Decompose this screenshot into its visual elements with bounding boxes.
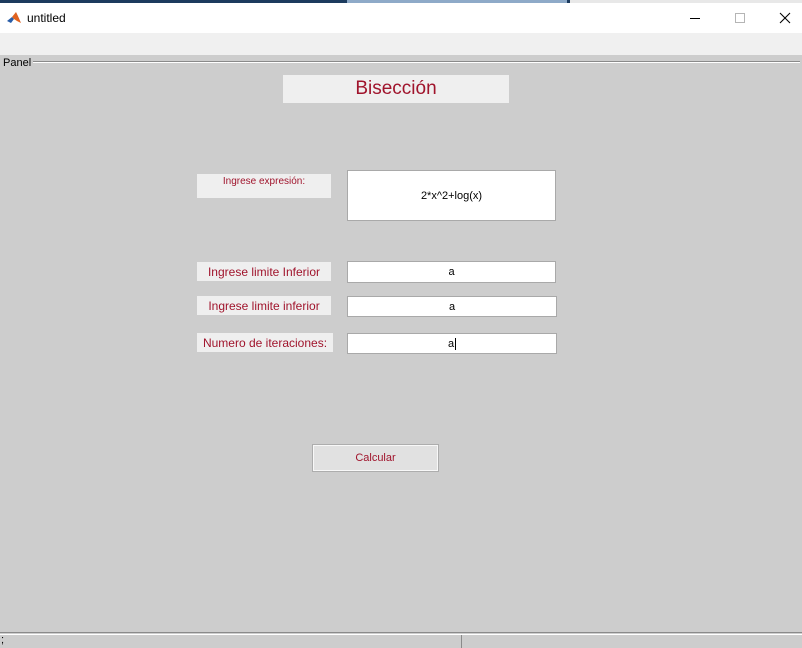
iterations-input[interactable]: a <box>347 333 557 354</box>
expression-value: 2*x^2+log(x) <box>420 189 483 202</box>
status-bar-highlight <box>0 634 802 635</box>
window-title: untitled <box>27 11 66 25</box>
upper-limit-label: Ingrese limite inferior <box>197 296 331 315</box>
lower-limit-input[interactable]: a <box>347 261 556 283</box>
window-titlebar[interactable]: untitled <box>0 3 802 33</box>
status-divider <box>461 635 462 648</box>
page-title: Bisección <box>283 75 509 103</box>
calculate-button-label: Calcular <box>355 452 396 464</box>
upper-limit-input[interactable]: a <box>347 296 557 317</box>
iterations-label: Numero de iteraciones: <box>197 333 333 352</box>
calculate-button[interactable]: Calcular <box>312 444 439 472</box>
maximize-icon <box>734 13 745 23</box>
close-button[interactable] <box>762 3 802 33</box>
minimize-icon <box>689 18 700 19</box>
expression-label: Ingrese expresión: <box>197 174 331 198</box>
minimize-button[interactable] <box>672 3 717 33</box>
toolbar-area <box>0 33 802 55</box>
panel-title: Panel <box>2 57 34 70</box>
text-caret <box>455 337 457 350</box>
lower-limit-value: a <box>448 266 455 278</box>
expression-input[interactable]: 2*x^2+log(x) <box>347 170 556 221</box>
iterations-value: a <box>447 337 455 350</box>
maximize-button[interactable] <box>717 3 762 33</box>
lower-limit-label: Ingrese limite Inferior <box>197 262 331 281</box>
status-text: ; <box>1 634 5 646</box>
matlab-logo-icon <box>6 10 22 26</box>
upper-limit-value: a <box>448 300 456 313</box>
panel-border <box>2 61 800 63</box>
close-icon <box>779 12 790 24</box>
status-bar: ; <box>0 632 802 648</box>
